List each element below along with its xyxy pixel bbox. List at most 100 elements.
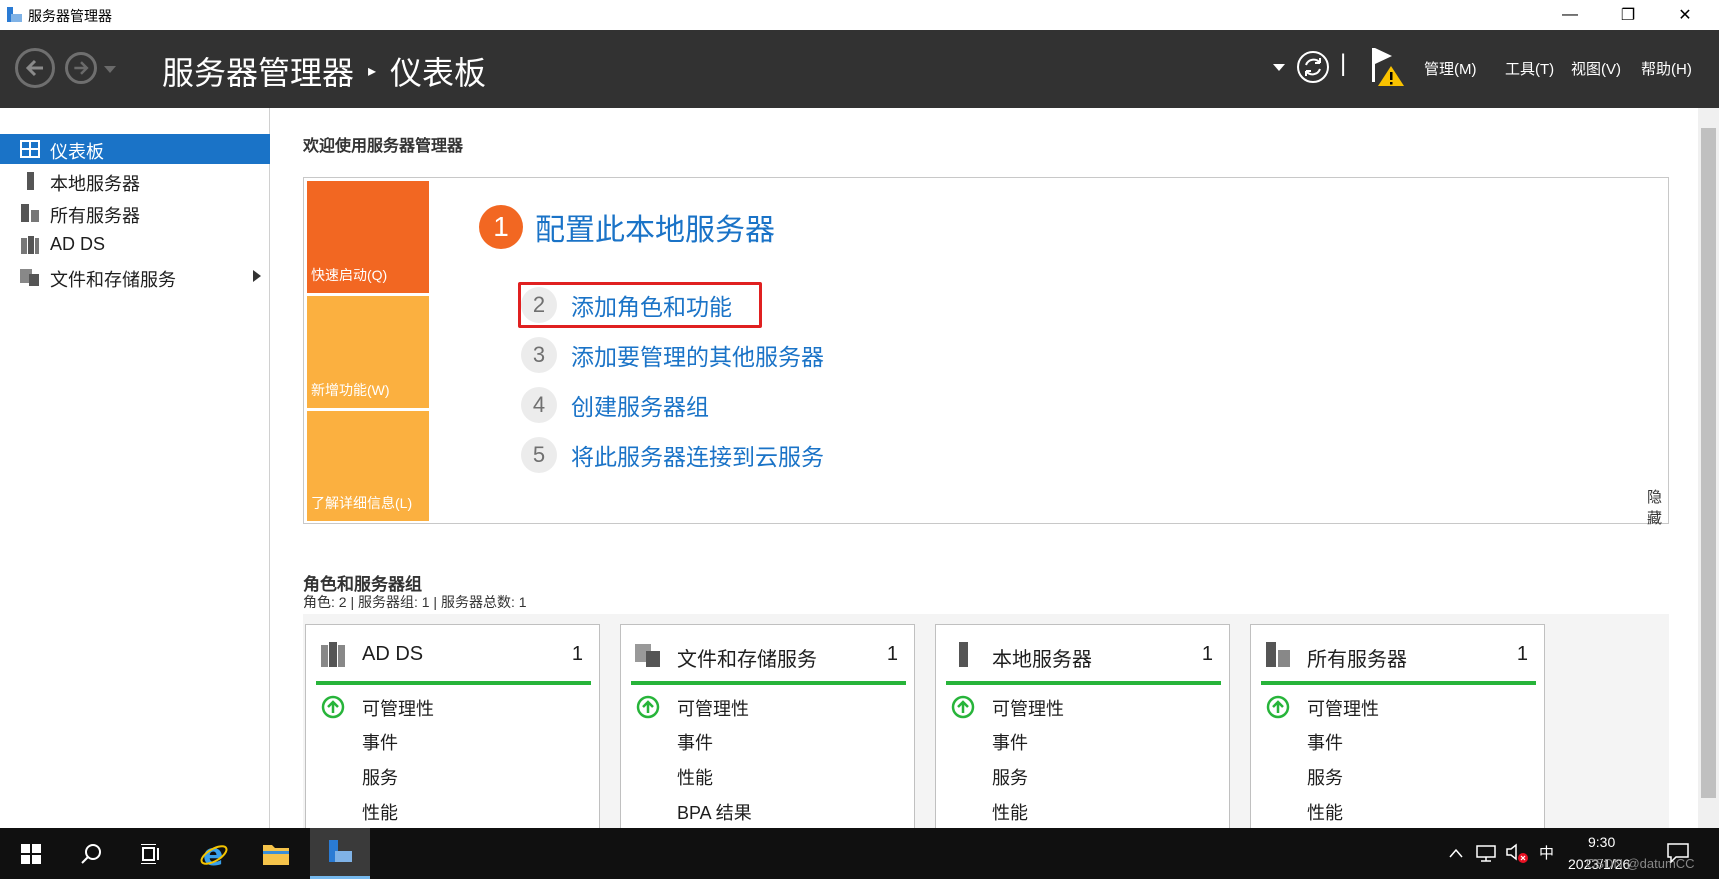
ime-indicator[interactable]: 中	[1539, 842, 1554, 863]
step-add-other-servers[interactable]: 3 添加要管理的其他服务器	[521, 337, 824, 373]
file-storage-icon	[635, 644, 660, 667]
scrollbar-thumb[interactable]	[1701, 128, 1716, 798]
minimize-button[interactable]: —	[1545, 0, 1595, 30]
sidebar-item-all-servers[interactable]: 所有服务器	[0, 198, 270, 228]
back-arrow-icon	[25, 59, 43, 77]
card-row-services[interactable]: 服务	[362, 764, 398, 790]
clock-time[interactable]: 9:30	[1588, 834, 1615, 850]
taskbar: e 中 9:30 2023/1/26 CSDN @datumCC	[0, 828, 1719, 879]
forward-button[interactable]	[65, 52, 97, 84]
card-row-performance[interactable]: 性能	[1307, 799, 1343, 825]
card-row-services[interactable]: 服务	[1307, 764, 1343, 790]
step-create-server-group[interactable]: 4 创建服务器组	[521, 387, 709, 423]
status-bar	[1261, 681, 1536, 685]
sidebar-item-local-server[interactable]: 本地服务器	[0, 166, 270, 196]
vertical-scrollbar[interactable]	[1698, 108, 1719, 828]
back-button[interactable]	[15, 48, 55, 88]
step-link[interactable]: 创建服务器组	[571, 388, 709, 422]
hide-link[interactable]: 隐藏	[1647, 486, 1668, 528]
history-dropdown-icon[interactable]	[104, 66, 116, 74]
step-link[interactable]: 添加要管理的其他服务器	[571, 338, 824, 372]
status-up-icon	[951, 695, 975, 719]
step-number: 3	[521, 337, 557, 373]
card-row-events[interactable]: 事件	[677, 729, 713, 755]
submenu-arrow-icon[interactable]	[253, 270, 261, 282]
header-bar: 服务器管理器 ▸ 仪表板 | 管理(M) 工具(T) 视图(V) 帮助(H)	[0, 30, 1719, 108]
step-link[interactable]: 将此服务器连接到云服务	[571, 438, 824, 472]
role-card-ad-ds[interactable]: AD DS 1 可管理性 事件 服务 性能	[305, 624, 600, 834]
tile-label: 了解详细信息(L)	[311, 495, 413, 511]
servers-icon	[1266, 642, 1290, 667]
card-row-manageability[interactable]: 可管理性	[1307, 695, 1379, 721]
step-connect-cloud[interactable]: 5 将此服务器连接到云服务	[521, 437, 824, 473]
status-bar	[946, 681, 1221, 685]
sidebar-item-file-storage[interactable]: 文件和存储服务	[0, 262, 270, 292]
status-up-icon	[321, 695, 345, 719]
menu-view[interactable]: 视图(V)	[1571, 58, 1621, 79]
internet-explorer-icon: e	[200, 839, 228, 869]
taskbar-file-explorer[interactable]	[248, 828, 304, 879]
sidebar: 仪表板 本地服务器 所有服务器 AD DS 文件和存储服务	[0, 108, 270, 828]
card-row-performance[interactable]: 性能	[677, 764, 713, 790]
server-manager-icon	[329, 840, 352, 862]
card-row-services[interactable]: 服务	[992, 764, 1028, 790]
menu-manage[interactable]: 管理(M)	[1424, 58, 1477, 79]
notification-flag-icon[interactable]	[1368, 44, 1408, 88]
tile-label: 新增功能(W)	[311, 382, 390, 398]
step-number: 2	[521, 287, 557, 323]
taskbar-ie[interactable]: e	[186, 828, 242, 879]
servers-icon	[21, 204, 39, 222]
card-row-events[interactable]: 事件	[1307, 729, 1343, 755]
ad-ds-icon	[21, 236, 39, 254]
quick-start-panel: 快速启动(Q) 新增功能(W) 了解详细信息(L) 1 配置此本地服务器 2 添…	[303, 177, 1669, 527]
search-button[interactable]	[63, 828, 119, 879]
title-bar: 服务器管理器 — ❐ ✕	[0, 0, 1719, 30]
step-add-roles-features[interactable]: 2 添加角色和功能	[521, 287, 732, 323]
role-card-all-servers[interactable]: 所有服务器 1 可管理性 事件 服务 性能	[1250, 624, 1545, 834]
card-row-manageability[interactable]: 可管理性	[677, 695, 749, 721]
tile-learn-more[interactable]: 了解详细信息(L)	[307, 411, 429, 521]
card-row-bpa-results[interactable]: BPA 结果	[677, 799, 752, 825]
header-dropdown-icon[interactable]	[1273, 64, 1285, 72]
network-icon[interactable]	[1475, 844, 1497, 862]
card-row-manageability[interactable]: 可管理性	[362, 695, 434, 721]
sidebar-item-label: 本地服务器	[50, 174, 140, 194]
sidebar-item-dashboard[interactable]: 仪表板	[0, 134, 270, 164]
sidebar-item-label: 所有服务器	[50, 206, 140, 226]
status-up-icon	[636, 695, 660, 719]
card-row-events[interactable]: 事件	[362, 729, 398, 755]
tile-label: 快速启动(Q)	[311, 267, 388, 283]
role-card-local-server[interactable]: 本地服务器 1 可管理性 事件 服务 性能	[935, 624, 1230, 834]
card-row-events[interactable]: 事件	[992, 729, 1028, 755]
task-view-button[interactable]	[123, 828, 179, 879]
status-up-icon	[1266, 695, 1290, 719]
sidebar-item-ad-ds[interactable]: AD DS	[0, 230, 270, 260]
card-row-performance[interactable]: 性能	[362, 799, 398, 825]
step-link[interactable]: 配置此本地服务器	[535, 205, 775, 249]
search-icon	[81, 843, 101, 864]
step-configure-local-server[interactable]: 1 配置此本地服务器	[479, 205, 775, 249]
menu-tools[interactable]: 工具(T)	[1505, 58, 1554, 79]
role-card-file-storage[interactable]: 文件和存储服务 1 可管理性 事件 性能 BPA 结果	[620, 624, 915, 834]
step-link[interactable]: 添加角色和功能	[571, 288, 732, 322]
header-divider: |	[1340, 50, 1347, 77]
restore-button[interactable]: ❐	[1603, 0, 1653, 30]
show-hidden-icons[interactable]	[1449, 848, 1463, 858]
server-icon	[27, 172, 34, 190]
server-manager-app-icon	[7, 7, 22, 22]
menu-help[interactable]: 帮助(H)	[1641, 58, 1692, 79]
action-center-icon[interactable]	[1667, 843, 1689, 863]
card-title: 本地服务器	[992, 649, 1092, 671]
taskbar-server-manager[interactable]	[310, 828, 370, 879]
refresh-icon[interactable]	[1296, 50, 1330, 84]
close-button[interactable]: ✕	[1660, 0, 1710, 30]
tile-quick-start[interactable]: 快速启动(Q)	[307, 181, 429, 293]
card-row-performance[interactable]: 性能	[992, 799, 1028, 825]
card-row-manageability[interactable]: 可管理性	[992, 695, 1064, 721]
step-number: 1	[479, 205, 523, 249]
start-button[interactable]	[3, 828, 59, 879]
sidebar-item-label: 文件和存储服务	[50, 270, 176, 290]
volume-muted-icon[interactable]	[1505, 842, 1529, 864]
breadcrumb-root[interactable]: 服务器管理器	[162, 48, 354, 94]
tile-whats-new[interactable]: 新增功能(W)	[307, 296, 429, 408]
